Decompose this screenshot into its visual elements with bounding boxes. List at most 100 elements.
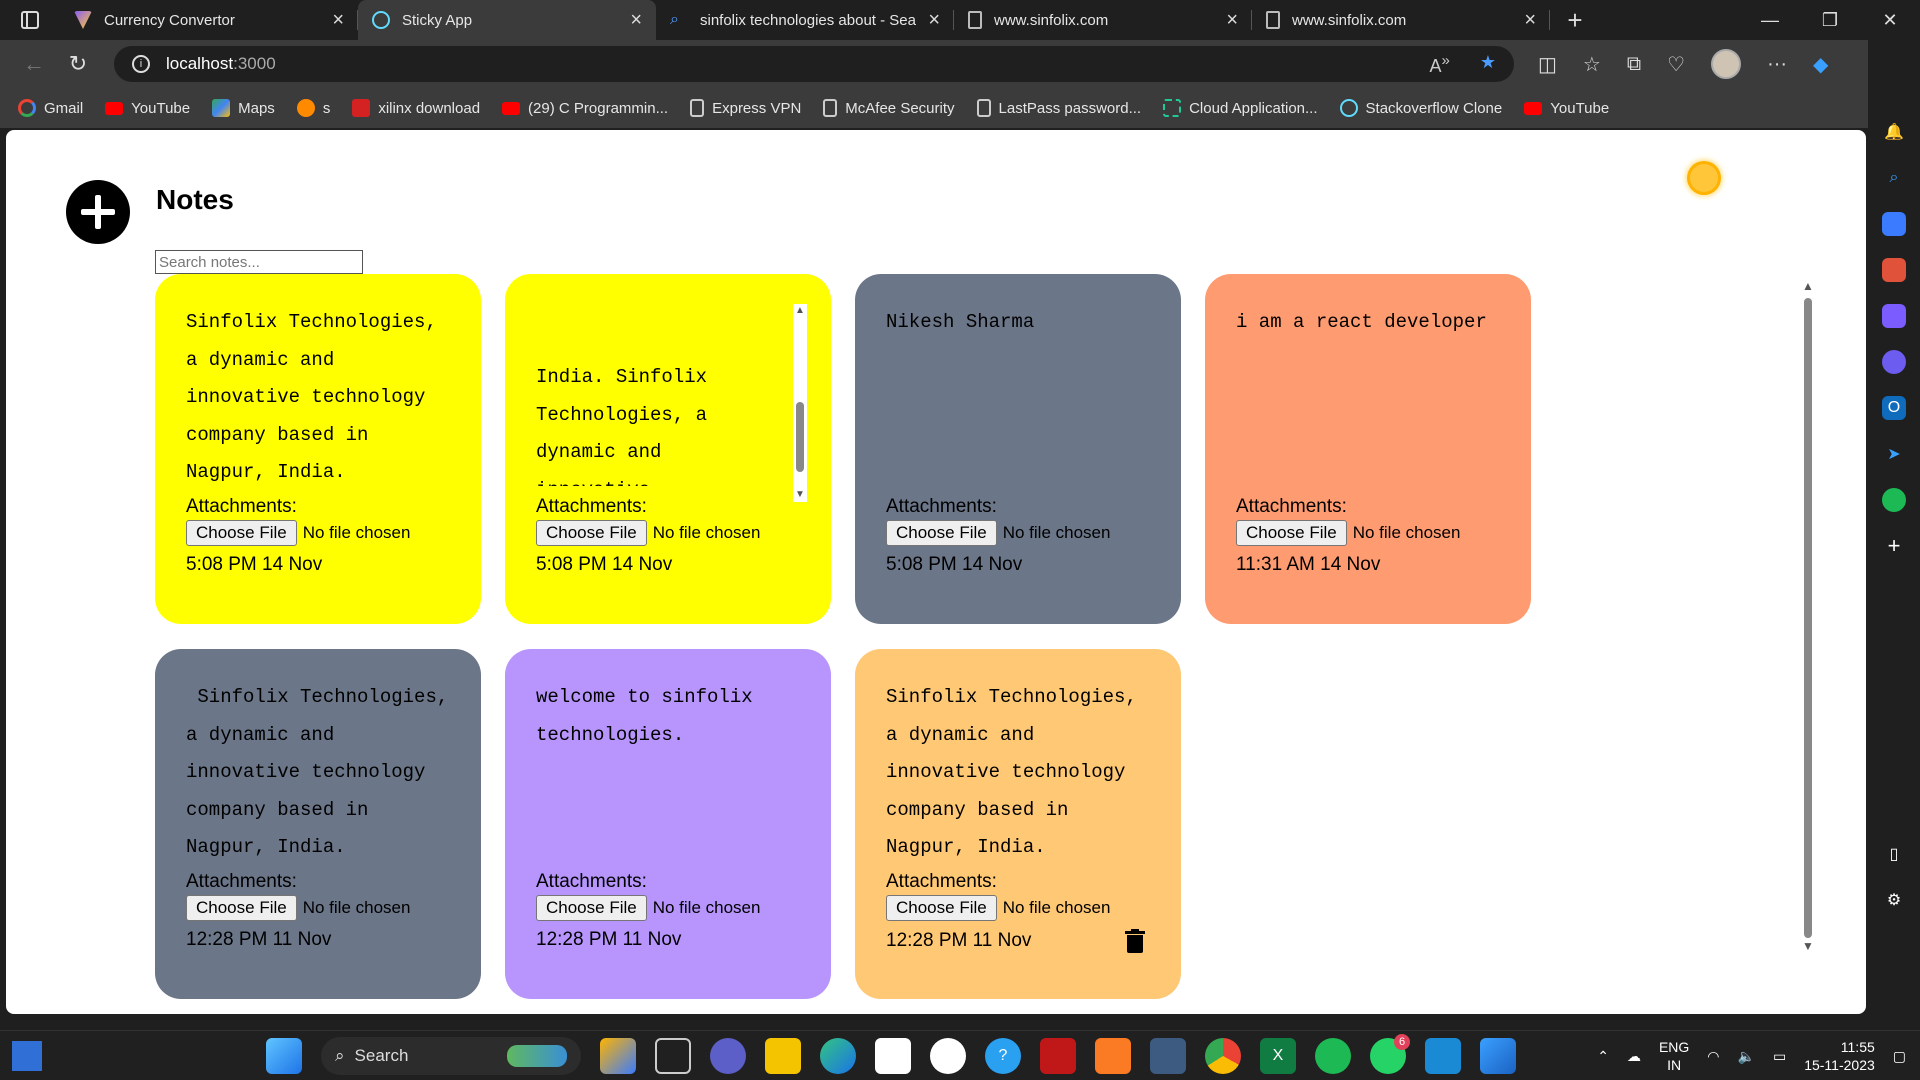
copilot-icon[interactable] (600, 1038, 636, 1074)
widgets-icon[interactable] (12, 1041, 42, 1071)
notification-bell-icon[interactable]: 🔔 (1882, 120, 1906, 144)
file-explorer-icon[interactable] (765, 1038, 801, 1074)
tab-actions-button[interactable] (0, 0, 60, 40)
info-icon[interactable]: i (132, 55, 150, 73)
volume-icon[interactable]: 🔈 (1738, 1048, 1755, 1065)
scroll-down-icon[interactable]: ▼ (793, 488, 807, 502)
choose-file-button[interactable]: Choose File (536, 895, 647, 921)
favorites-icon[interactable]: ☆ (1583, 52, 1601, 77)
copilot-sidebar-icon[interactable] (1882, 350, 1906, 374)
chevron-up-icon[interactable]: ⌃ (1597, 1048, 1609, 1065)
games-icon[interactable] (1882, 304, 1906, 328)
tab-currency-convertor[interactable]: Currency Convertor × (60, 0, 358, 40)
collections-icon[interactable]: ⧉ (1627, 53, 1641, 76)
add-note-button[interactable] (66, 180, 130, 244)
scroll-down-icon[interactable]: ▼ (1800, 938, 1816, 954)
outlook-icon[interactable]: O (1882, 396, 1906, 420)
battery-icon[interactable]: ▭ (1773, 1048, 1786, 1065)
star-icon[interactable]: ★ (1480, 52, 1496, 77)
note-text[interactable]: India. Sinfolix Technologies, a dynamic … (536, 284, 799, 486)
copilot-icon[interactable]: ◆ (1813, 52, 1828, 77)
bookmark-youtube-2[interactable]: YouTube (1524, 100, 1609, 117)
task-view-icon[interactable] (655, 1038, 691, 1074)
tab-search[interactable]: ⌕ sinfolix technologies about - Sea × (656, 0, 954, 40)
spotify-icon[interactable] (1315, 1038, 1351, 1074)
page-scrollbar[interactable]: ▲ ▼ (1800, 278, 1816, 974)
note-card[interactable]: Nikesh Sharma Attachments: Choose File No… (855, 274, 1181, 624)
bookmark-maps[interactable]: Maps (212, 99, 275, 117)
avatar[interactable] (1711, 49, 1742, 79)
scroll-up-icon[interactable]: ▲ (793, 304, 807, 318)
choose-file-button[interactable]: Choose File (886, 520, 997, 546)
close-icon[interactable]: × (630, 9, 642, 32)
scrollbar-thumb[interactable] (796, 402, 804, 472)
bookmark-s[interactable]: s (296, 99, 330, 117)
choose-file-button[interactable]: Choose File (536, 520, 647, 546)
note-scrollbar[interactable]: ▲ ▼ (793, 304, 807, 502)
taskbar-search[interactable]: ⌕ Search (321, 1037, 581, 1075)
back-button[interactable]: ← (12, 44, 56, 84)
xampp-icon[interactable] (1095, 1038, 1131, 1074)
help-icon[interactable]: ? (985, 1038, 1021, 1074)
photos-icon[interactable] (1480, 1038, 1516, 1074)
scroll-up-icon[interactable]: ▲ (1800, 278, 1816, 294)
note-card[interactable]: i am a react developer Attachments: Choo… (1205, 274, 1531, 624)
bookmark-stackoverflow-clone[interactable]: Stackoverflow Clone (1339, 99, 1502, 117)
whatsapp-icon[interactable]: 6 (1370, 1034, 1410, 1074)
minimize-icon[interactable]: — (1740, 0, 1800, 40)
note-card[interactable]: Sinfolix Technologies, a dynamic and inn… (155, 274, 481, 624)
new-tab-button[interactable]: + (1550, 0, 1600, 40)
bookmark-lastpass[interactable]: LastPass password... (976, 99, 1141, 117)
tag-icon[interactable] (1882, 212, 1906, 236)
close-icon[interactable]: × (928, 9, 940, 32)
onedrive-icon[interactable]: ☁ (1627, 1048, 1641, 1065)
sun-icon[interactable] (1690, 164, 1718, 192)
tab-sinfolix-2[interactable]: www.sinfolix.com × (1252, 0, 1550, 40)
bookmark-youtube[interactable]: YouTube (105, 100, 190, 117)
close-window-icon[interactable]: ✕ (1860, 0, 1920, 40)
note-text[interactable]: Sinfolix Technologies, a dynamic and inn… (186, 679, 449, 861)
vscode-icon[interactable] (1425, 1038, 1461, 1074)
note-text[interactable]: Nikesh Sharma (886, 304, 1149, 486)
note-card[interactable]: Sinfolix Technologies, a dynamic and inn… (855, 649, 1181, 999)
choose-file-button[interactable]: Choose File (1236, 520, 1347, 546)
address-bar[interactable]: i localhost:3000 A» ★ (114, 46, 1514, 82)
teams-icon[interactable] (710, 1038, 746, 1074)
choose-file-button[interactable]: Choose File (886, 895, 997, 921)
toolbox-icon[interactable] (1882, 258, 1906, 282)
add-icon[interactable]: + (1882, 533, 1906, 558)
trash-icon[interactable] (1125, 929, 1145, 953)
clock[interactable]: 11:55 15-11-2023 (1804, 1038, 1875, 1074)
mcafee-icon[interactable] (1040, 1038, 1076, 1074)
note-text[interactable]: i am a react developer (1236, 304, 1499, 486)
choose-file-button[interactable]: Choose File (186, 895, 297, 921)
bookmark-mcafee[interactable]: McAfee Security (823, 99, 955, 117)
edge-icon[interactable] (820, 1038, 856, 1074)
store-icon[interactable] (875, 1038, 911, 1074)
read-aloud-icon[interactable]: A» (1430, 52, 1450, 77)
bookmark-express-vpn[interactable]: Express VPN (690, 99, 801, 117)
note-text[interactable]: Sinfolix Technologies, a dynamic and inn… (186, 304, 449, 486)
excel-icon[interactable]: X (1260, 1038, 1296, 1074)
notifications-icon[interactable]: ▢ (1893, 1048, 1906, 1065)
wifi-icon[interactable]: ◠ (1707, 1048, 1719, 1065)
sidebar-toggle-icon[interactable]: ▯ (1882, 842, 1906, 866)
note-card[interactable]: India. Sinfolix Technologies, a dynamic … (505, 274, 831, 624)
settings-icon[interactable]: ⚙ (1882, 888, 1906, 912)
search-icon[interactable]: ⌕ (1882, 166, 1906, 190)
send-icon[interactable]: ➤ (1882, 442, 1906, 466)
start-icon[interactable] (266, 1038, 302, 1074)
close-icon[interactable]: × (1524, 9, 1536, 32)
split-screen-icon[interactable]: ◫ (1538, 52, 1557, 77)
bookmark-c-programming[interactable]: (29) C Programmin... (502, 100, 668, 117)
note-card[interactable]: welcome to sinfolix technologies. Attach… (505, 649, 831, 999)
note-text[interactable]: Sinfolix Technologies, a dynamic and inn… (886, 679, 1149, 861)
note-card[interactable]: Sinfolix Technologies, a dynamic and inn… (155, 649, 481, 999)
spotify-icon[interactable] (1882, 488, 1906, 512)
chrome-icon[interactable] (1205, 1038, 1241, 1074)
tab-sinfolix-1[interactable]: www.sinfolix.com × (954, 0, 1252, 40)
search-input[interactable] (155, 250, 363, 274)
scrollbar-thumb[interactable] (1804, 298, 1812, 938)
note-text[interactable]: welcome to sinfolix technologies. (536, 679, 799, 861)
close-icon[interactable]: × (1226, 9, 1238, 32)
